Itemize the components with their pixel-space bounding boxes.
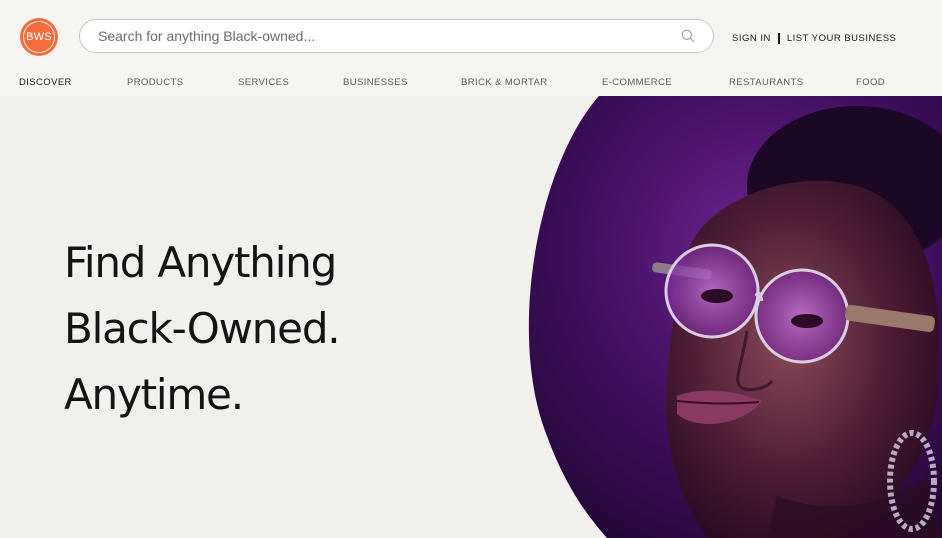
auth-links: SIGN IN LIST YOUR BUSINESS	[732, 31, 896, 45]
hero-line-1: Find Anything	[64, 238, 337, 287]
bws-logo[interactable]: BWS	[20, 18, 58, 56]
hero-line-3: Anytime.	[64, 370, 244, 419]
nav-item-restaurants[interactable]: RESTAURANTS	[729, 77, 803, 88]
search-bar[interactable]	[79, 19, 714, 53]
search-input[interactable]	[98, 20, 658, 52]
nav-item-businesses[interactable]: BUSINESSES	[343, 77, 408, 88]
nav-item-discover[interactable]: DISCOVER	[19, 77, 72, 88]
auth-separator	[777, 32, 780, 44]
hero-line-2: Black-Owned.	[64, 304, 341, 353]
list-business-link[interactable]: LIST YOUR BUSINESS	[787, 33, 897, 44]
hero-headline: Find Anything Black-Owned. Anytime.	[64, 230, 341, 428]
sign-in-link[interactable]: SIGN IN	[732, 33, 771, 44]
hero-portrait-image	[527, 96, 942, 538]
category-nav: DISCOVER PRODUCTS SERVICES BUSINESSES BR…	[0, 74, 942, 92]
nav-item-food[interactable]: FOOD	[856, 77, 885, 88]
search-icon[interactable]	[681, 29, 695, 43]
logo-text: BWS	[26, 31, 52, 43]
hero-portrait-illustration	[528, 96, 942, 538]
site-header: BWS SIGN IN LIST YOUR BUSINESS DISCOVER …	[0, 0, 942, 96]
nav-item-services[interactable]: SERVICES	[238, 77, 289, 88]
nav-item-brick-mortar[interactable]: BRICK & MORTAR	[461, 77, 548, 88]
nav-item-e-commerce[interactable]: E-COMMERCE	[602, 77, 672, 88]
nav-item-products[interactable]: PRODUCTS	[127, 77, 184, 88]
